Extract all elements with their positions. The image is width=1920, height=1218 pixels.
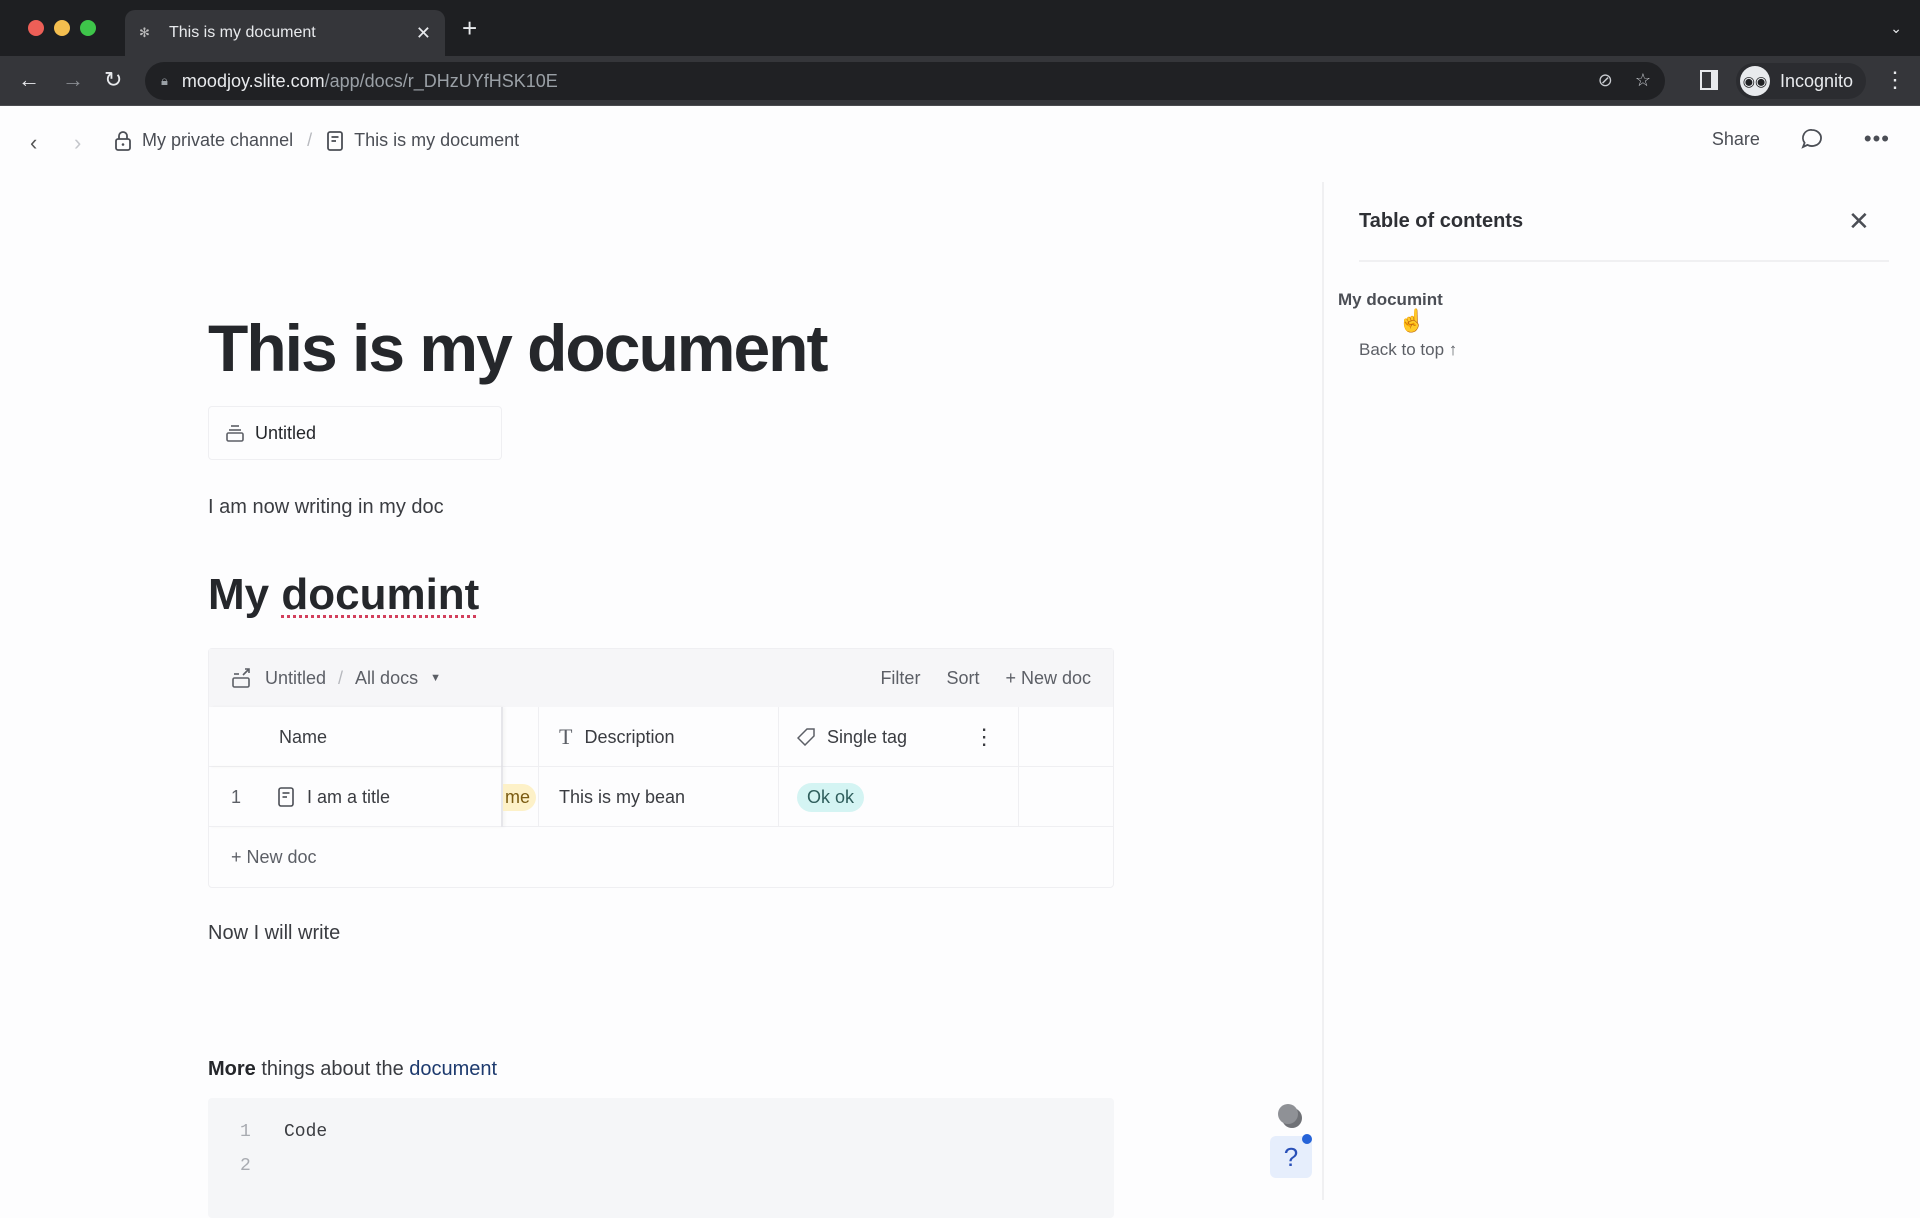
document-icon xyxy=(327,130,343,151)
browser-tab-bar: ✻ This is my document ✕ + ⌄ xyxy=(0,0,1920,56)
column-header-single-tag[interactable]: Single tag ⋮ xyxy=(779,707,1019,767)
text-type-icon: T xyxy=(559,724,573,749)
filter-button[interactable]: Filter xyxy=(880,668,920,689)
back-chevron-icon[interactable]: ‹ xyxy=(30,130,37,156)
document-link[interactable]: document xyxy=(409,1058,497,1080)
collection-link-icon xyxy=(232,668,250,688)
address-bar[interactable]: 🔒︎ moodjoy.slite.com/app/docs/r_DHzUYfHS… xyxy=(145,62,1665,100)
back-arrow-icon[interactable]: ← xyxy=(18,68,40,92)
incognito-icon: ◉◉ xyxy=(1740,66,1770,96)
row-title[interactable]: I am a title xyxy=(307,787,390,808)
lock-icon: 🔒︎ xyxy=(161,73,168,88)
column-label: Description xyxy=(584,726,675,747)
table-header-row: Name T Description Single tag ⋮ xyxy=(209,707,1113,767)
code-block[interactable]: 1 Code 2 xyxy=(208,1098,1114,1218)
toc-title: Table of contents xyxy=(1359,210,1524,232)
paragraph[interactable]: Now I will write xyxy=(208,922,340,945)
code-line: Code xyxy=(284,1122,328,1142)
url-host: moodjoy.slite.com xyxy=(181,70,325,91)
paragraph-text: things about the xyxy=(255,1058,410,1080)
tab-title: This is my document xyxy=(169,24,316,41)
table-toolbar: Untitled / All docs ▼ Filter Sort + New … xyxy=(209,649,1113,707)
description-value: This is my bean xyxy=(559,786,686,807)
cell-empty xyxy=(1019,767,1113,827)
paragraph[interactable]: I am now writing in my doc xyxy=(208,496,444,519)
heading-word: My xyxy=(208,570,270,619)
close-icon[interactable]: ✕ xyxy=(1848,208,1870,234)
column-header-description[interactable]: T Description xyxy=(539,707,779,767)
window-minimize-button[interactable] xyxy=(54,20,70,36)
cell-hidden: me xyxy=(503,767,539,827)
share-button[interactable]: Share xyxy=(1712,129,1760,150)
row-index: 1 xyxy=(231,786,242,807)
app-header: ‹ › My private channel / This is my docu… xyxy=(0,106,1920,182)
add-column-cell[interactable] xyxy=(1019,707,1113,767)
reload-icon[interactable]: ↻ xyxy=(104,68,122,92)
toc-item[interactable]: My documint xyxy=(1338,290,1443,310)
window-maximize-button[interactable] xyxy=(80,20,96,36)
cell-description[interactable]: This is my bean xyxy=(539,767,779,827)
table-row[interactable]: 1 I am a title me This is my bean Ok ok xyxy=(209,767,1113,827)
collection-chip[interactable]: Untitled xyxy=(208,406,502,460)
section-heading[interactable]: My documint xyxy=(208,570,479,620)
star-icon[interactable]: ☆ xyxy=(1635,70,1651,91)
table-collection-name[interactable]: Untitled xyxy=(265,668,326,689)
breadcrumb: My private channel / This is my document xyxy=(114,130,519,151)
column-gap xyxy=(503,707,539,767)
tab-search-chevron-icon[interactable]: ⌄ xyxy=(1890,20,1902,37)
forward-chevron-icon[interactable]: › xyxy=(74,130,81,156)
sort-button[interactable]: Sort xyxy=(946,668,979,689)
cell-single-tag[interactable]: Ok ok xyxy=(779,767,1019,827)
profile-button[interactable]: ◉◉ Incognito xyxy=(1736,63,1866,99)
document-icon xyxy=(278,787,294,807)
column-header-name[interactable]: Name xyxy=(209,707,503,767)
notification-dot xyxy=(1302,1134,1312,1144)
breadcrumb-separator: / xyxy=(307,130,313,150)
browser-menu-icon[interactable]: ⋮ xyxy=(1884,66,1906,94)
add-row-button[interactable]: + New doc xyxy=(209,827,1113,887)
toc-divider xyxy=(1359,260,1889,262)
line-number: 2 xyxy=(240,1156,251,1176)
back-to-top-link[interactable]: Back to top ↑ xyxy=(1359,340,1457,360)
browser-tab[interactable]: ✻ This is my document ✕ xyxy=(125,10,445,56)
paragraph[interactable]: More things about the document xyxy=(208,1058,497,1081)
presence-toggle-icon[interactable] xyxy=(1278,1104,1298,1124)
new-doc-button[interactable]: + New doc xyxy=(1005,668,1091,689)
collection-table: Untitled / All docs ▼ Filter Sort + New … xyxy=(208,648,1114,888)
collection-icon xyxy=(226,425,244,442)
cell-name[interactable]: 1 I am a title xyxy=(209,767,503,827)
side-panel-icon[interactable] xyxy=(1700,70,1718,90)
breadcrumb-channel[interactable]: My private channel xyxy=(142,130,293,151)
url-path: /app/docs/r_DHzUYfHSK10E xyxy=(324,70,558,91)
window-close-button[interactable] xyxy=(28,20,44,36)
close-tab-icon[interactable]: ✕ xyxy=(416,23,431,44)
caret-down-icon[interactable]: ▼ xyxy=(430,672,441,684)
comment-icon[interactable] xyxy=(1800,127,1824,151)
collection-chip-label: Untitled xyxy=(255,422,317,443)
tag-icon xyxy=(797,728,815,746)
line-number: 1 xyxy=(240,1122,251,1142)
page-title[interactable]: This is my document xyxy=(208,310,828,386)
profile-label: Incognito xyxy=(1780,70,1854,91)
table-separator: / xyxy=(338,667,344,688)
more-options-icon[interactable]: ••• xyxy=(1864,126,1890,152)
breadcrumb-document[interactable]: This is my document xyxy=(354,130,519,151)
misspelled-word[interactable]: documint xyxy=(281,570,479,619)
loading-icon: ✻ xyxy=(139,25,150,40)
column-label: Single tag xyxy=(827,726,908,747)
bold-text: More xyxy=(208,1058,256,1080)
browser-toolbar: ← → ↻ 🔒︎ moodjoy.slite.com/app/docs/r_DH… xyxy=(0,56,1920,106)
new-tab-button[interactable]: + xyxy=(462,15,477,41)
lock-icon xyxy=(115,130,131,151)
column-menu-icon[interactable]: ⋮ xyxy=(973,724,995,750)
table-of-contents-panel: Table of contents ✕ My documint Back to … xyxy=(1322,182,1920,1200)
view-selector[interactable]: All docs xyxy=(355,668,418,689)
hand-cursor-icon: ☝ xyxy=(1398,308,1426,333)
tag-badge: Ok ok xyxy=(797,782,865,812)
column-label: Name xyxy=(279,726,328,747)
eye-off-icon[interactable]: ⊘ xyxy=(1598,70,1613,91)
hidden-pill: me xyxy=(503,783,537,811)
forward-arrow-icon[interactable]: → xyxy=(62,68,84,92)
